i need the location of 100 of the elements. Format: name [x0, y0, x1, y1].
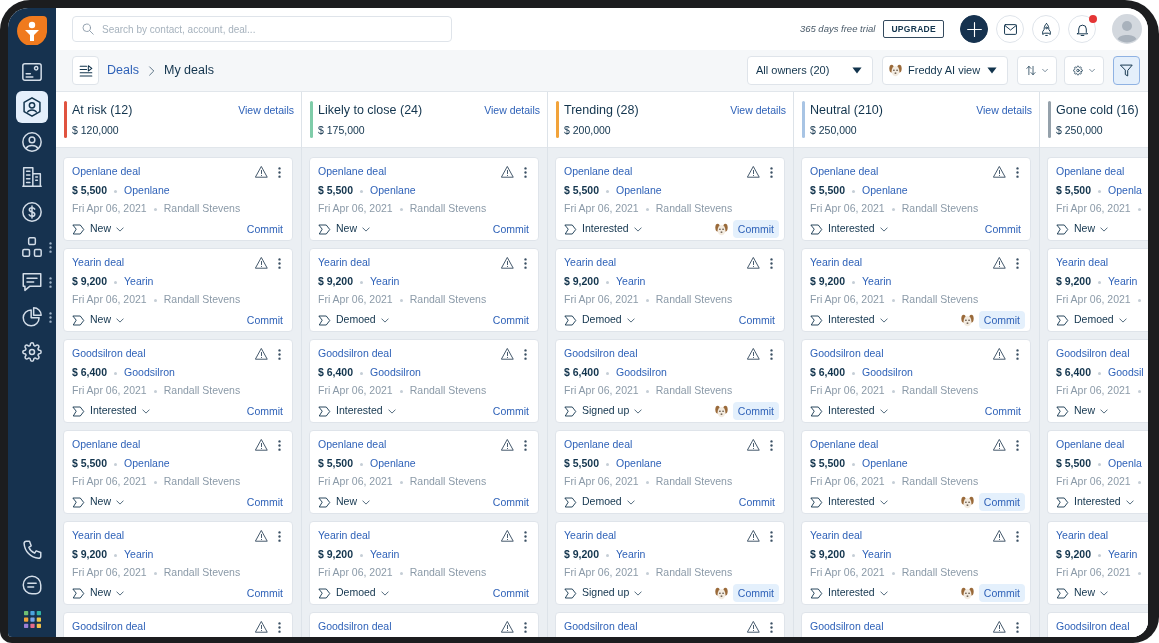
more-icon[interactable] [770, 166, 773, 178]
deal-title-link[interactable]: Yearin deal [1056, 528, 1109, 544]
view-settings-button[interactable] [1064, 56, 1104, 85]
account-link[interactable]: Openlane [124, 183, 170, 199]
deal-title-link[interactable]: Goodsilron deal [1056, 346, 1130, 362]
add-button[interactable] [960, 15, 988, 43]
deal-card[interactable]: Openlane deal $ 5,500 Openlane Fri Apr 06, 2021 Randall Stevens Interested Commit [801, 430, 1031, 514]
account-link[interactable]: Openla [1108, 183, 1142, 199]
deal-card[interactable]: Yearin deal $ 9,200 Yearin Fri Apr 06, 2021 New [1047, 521, 1148, 605]
deal-title-link[interactable]: Goodsilron deal [72, 346, 146, 362]
deal-title-link[interactable]: Openlane deal [1056, 164, 1125, 180]
view-details-link[interactable]: View details [238, 101, 294, 147]
stage-dropdown[interactable]: Interested [810, 221, 888, 237]
account-link[interactable]: Yearin [1108, 274, 1138, 290]
more-icon[interactable] [1016, 439, 1019, 451]
more-icon[interactable] [770, 621, 773, 633]
deal-card[interactable]: Yearin deal $ 9,200 Yearin Fri Apr 06, 2021 Randall Stevens Interested Commit [801, 248, 1031, 332]
sidebar-toggle-button[interactable] [72, 56, 99, 85]
deal-card[interactable]: Goodsilron deal $ 6,400 Goodsilron Fri Apr 06, 2021 Randall Stevens Interested Commit [63, 339, 293, 423]
stage-dropdown[interactable]: New [1056, 221, 1108, 237]
deal-card[interactable]: Openlane deal $ 5,500 Openlane Fri Apr 06, 2021 Randall Stevens Interested Commit [801, 157, 1031, 241]
stage-dropdown[interactable]: Interested [810, 312, 888, 328]
more-icon[interactable] [1016, 257, 1019, 269]
stage-dropdown[interactable]: New [72, 312, 124, 328]
view-details-link[interactable]: View details [484, 101, 540, 147]
commit-button[interactable]: Commit [732, 220, 779, 238]
stage-dropdown[interactable]: New [1056, 403, 1108, 419]
deal-card[interactable]: Yearin deal $ 9,200 Yearin Fri Apr 06, 2021 Demoed [1047, 248, 1148, 332]
account-link[interactable]: Yearin [862, 274, 892, 290]
more-icon[interactable] [524, 166, 527, 178]
stage-dropdown[interactable]: Signed up [564, 585, 643, 601]
account-link[interactable]: Yearin [370, 547, 400, 563]
commit-button[interactable]: Commit [979, 220, 1026, 238]
deal-card[interactable]: Openlane deal $ 5,500 Openlane Fri Apr 06, 2021 Randall Stevens New Commit [309, 157, 539, 241]
deal-title-link[interactable]: Goodsilron deal [564, 619, 638, 635]
more-icon[interactable] [278, 530, 281, 542]
account-link[interactable]: Goodsilron [370, 365, 421, 381]
commit-button[interactable]: Commit [241, 402, 288, 420]
deal-title-link[interactable]: Goodsilron deal [810, 619, 884, 635]
more-icon[interactable] [770, 257, 773, 269]
account-link[interactable]: Goodsilron [124, 365, 175, 381]
account-link[interactable]: Yearin [370, 274, 400, 290]
deal-card[interactable]: Openlane deal $ 5,500 Openlane Fri Apr 06, 2021 Randall Stevens Interested Commit [555, 157, 785, 241]
deal-title-link[interactable]: Yearin deal [72, 255, 125, 271]
stage-dropdown[interactable]: Demoed [564, 312, 635, 328]
stage-dropdown[interactable]: Demoed [318, 312, 389, 328]
stage-dropdown[interactable]: Interested [564, 221, 642, 237]
more-icon[interactable] [524, 621, 527, 633]
commit-button[interactable]: Commit [978, 311, 1025, 329]
deal-title-link[interactable]: Openlane deal [72, 164, 141, 180]
more-icon[interactable] [1016, 621, 1019, 633]
mail-button[interactable] [996, 15, 1024, 43]
account-link[interactable]: Goodsilron [616, 365, 667, 381]
commit-button[interactable]: Commit [487, 402, 534, 420]
stage-dropdown[interactable]: Interested [810, 403, 888, 419]
deal-title-link[interactable]: Openlane deal [318, 164, 387, 180]
deal-title-link[interactable]: Goodsilron deal [72, 619, 146, 635]
stage-dropdown[interactable]: New [1056, 585, 1108, 601]
account-link[interactable]: Yearin [616, 547, 646, 563]
deal-card[interactable]: Openlane deal $ 5,500 Openlane Fri Apr 06, 2021 Randall Stevens Demoed Commit [555, 430, 785, 514]
search-field[interactable]: Search by contact, account, deal... [72, 16, 452, 42]
more-icon[interactable] [49, 277, 52, 288]
account-link[interactable]: Openlane [370, 183, 416, 199]
stage-dropdown[interactable]: Interested [810, 585, 888, 601]
more-icon[interactable] [1016, 530, 1019, 542]
stage-dropdown[interactable]: Interested [810, 494, 888, 510]
commit-button[interactable]: Commit [978, 584, 1025, 602]
account-link[interactable]: Openlane [124, 456, 170, 472]
more-icon[interactable] [49, 242, 52, 253]
breadcrumb-link[interactable]: Deals [107, 61, 139, 80]
stage-dropdown[interactable]: New [318, 221, 370, 237]
deal-title-link[interactable]: Goodsilron deal [810, 346, 884, 362]
deal-title-link[interactable]: Openlane deal [564, 164, 633, 180]
commit-button[interactable]: Commit [732, 584, 779, 602]
account-link[interactable]: Openla [1108, 456, 1142, 472]
stage-dropdown[interactable]: New [318, 494, 370, 510]
account-link[interactable]: Goodsilron [862, 365, 913, 381]
deal-title-link[interactable]: Yearin deal [810, 528, 863, 544]
owner-filter-dropdown[interactable]: All owners (20) [747, 56, 873, 85]
deal-title-link[interactable]: Yearin deal [1056, 255, 1109, 271]
commit-button[interactable]: Commit [733, 311, 780, 329]
deal-title-link[interactable]: Goodsilron deal [318, 619, 392, 635]
deal-title-link[interactable]: Openlane deal [72, 437, 141, 453]
account-link[interactable]: Openlane [862, 183, 908, 199]
more-icon[interactable] [770, 439, 773, 451]
more-icon[interactable] [770, 530, 773, 542]
more-icon[interactable] [770, 348, 773, 360]
deal-card[interactable]: Yearin deal $ 9,200 Yearin Fri Apr 06, 2021 Randall Stevens New Commit [63, 248, 293, 332]
deal-card[interactable]: Goodsilron deal $ 6,400 Goodsil Fri Apr 06, 2021 New [1047, 339, 1148, 423]
deal-card[interactable]: Goodsilron deal [309, 612, 539, 637]
deal-card[interactable]: Goodsilron deal $ 6,400 Goodsilron Fri Apr 06, 2021 Randall Stevens Interested Commit [801, 339, 1031, 423]
account-link[interactable]: Openlane [370, 456, 416, 472]
deal-card[interactable]: Yearin deal $ 9,200 Yearin Fri Apr 06, 2021 Randall Stevens Interested Commit [801, 521, 1031, 605]
filter-button[interactable] [1113, 56, 1140, 85]
stage-dropdown[interactable]: Signed up [564, 403, 643, 419]
account-link[interactable]: Openlane [862, 456, 908, 472]
deal-card[interactable]: Goodsilron deal $ 6,400 Goodsilron Fri Apr 06, 2021 Randall Stevens Interested Commit [309, 339, 539, 423]
commit-button[interactable]: Commit [487, 584, 534, 602]
upgrade-button[interactable]: UPGRADE [883, 20, 944, 38]
deal-card[interactable]: Goodsilron deal [801, 612, 1031, 637]
